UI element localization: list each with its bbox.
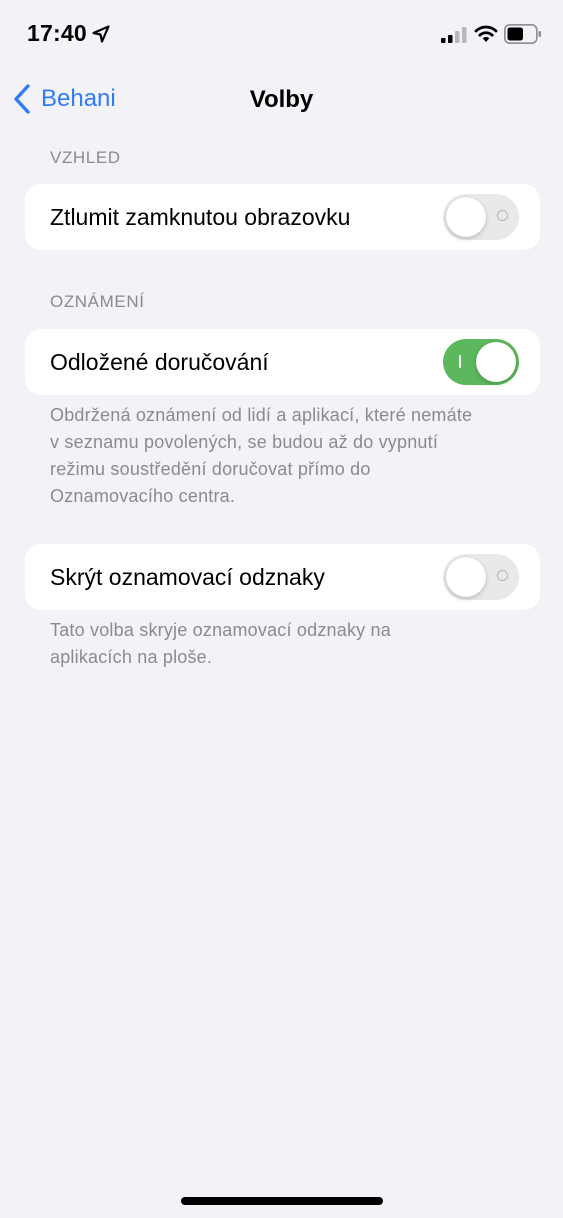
settings-group-appearance: Ztlumit zamknutou obrazovku xyxy=(25,184,540,250)
delayed-delivery-label: Odložené doručování xyxy=(50,349,269,375)
footer-line: Tato volba skryje oznamovací odznaky na xyxy=(50,620,391,640)
toggle-on-indicator-icon xyxy=(459,355,461,368)
hide-badges-toggle[interactable] xyxy=(443,554,519,600)
toggle-knob xyxy=(446,197,486,237)
dim-lock-screen-toggle[interactable] xyxy=(443,194,519,240)
navigation-bar: Behani Volby xyxy=(0,70,563,130)
delayed-delivery-toggle[interactable] xyxy=(443,339,519,385)
settings-group-hide-badges: Skrýt oznamovací odznaky xyxy=(25,544,540,610)
toggle-knob xyxy=(446,557,486,597)
hide-badges-footer: Tato volba skryje oznamovací odznaky na … xyxy=(50,617,530,671)
footer-line: v seznamu povolených, se budou až do vyp… xyxy=(50,432,439,452)
home-indicator[interactable] xyxy=(181,1197,383,1205)
wifi-icon xyxy=(474,25,498,42)
status-time: 17:40 xyxy=(27,20,87,46)
toggle-knob xyxy=(476,342,516,382)
toggle-off-indicator-icon xyxy=(497,570,508,581)
dim-lock-screen-label: Ztlumit zamknutou obrazovku xyxy=(50,204,351,230)
battery-icon xyxy=(504,24,541,44)
section-header-appearance: VZHLED xyxy=(50,148,121,167)
page-title: Volby xyxy=(249,86,314,113)
location-arrow-icon xyxy=(92,25,110,43)
settings-group-delayed-delivery: Odložené doručování xyxy=(25,329,540,395)
status-bar: 17:40 xyxy=(0,0,563,70)
hide-badges-label: Skrýt oznamovací odznaky xyxy=(50,564,325,590)
footer-line: aplikacích na ploše. xyxy=(50,647,213,667)
footer-line: režimu soustředění doručovat přímo do xyxy=(50,459,371,479)
footer-line: Oznamovacího centra. xyxy=(50,486,236,506)
section-header-notifications: OZNÁMENÍ xyxy=(50,292,145,311)
cellular-signal-icon xyxy=(441,27,467,43)
delayed-delivery-footer: Obdržená oznámení od lidí a aplikací, kt… xyxy=(50,402,530,510)
toggle-off-indicator-icon xyxy=(497,210,508,221)
footer-line: Obdržená oznámení od lidí a aplikací, kt… xyxy=(50,405,473,425)
